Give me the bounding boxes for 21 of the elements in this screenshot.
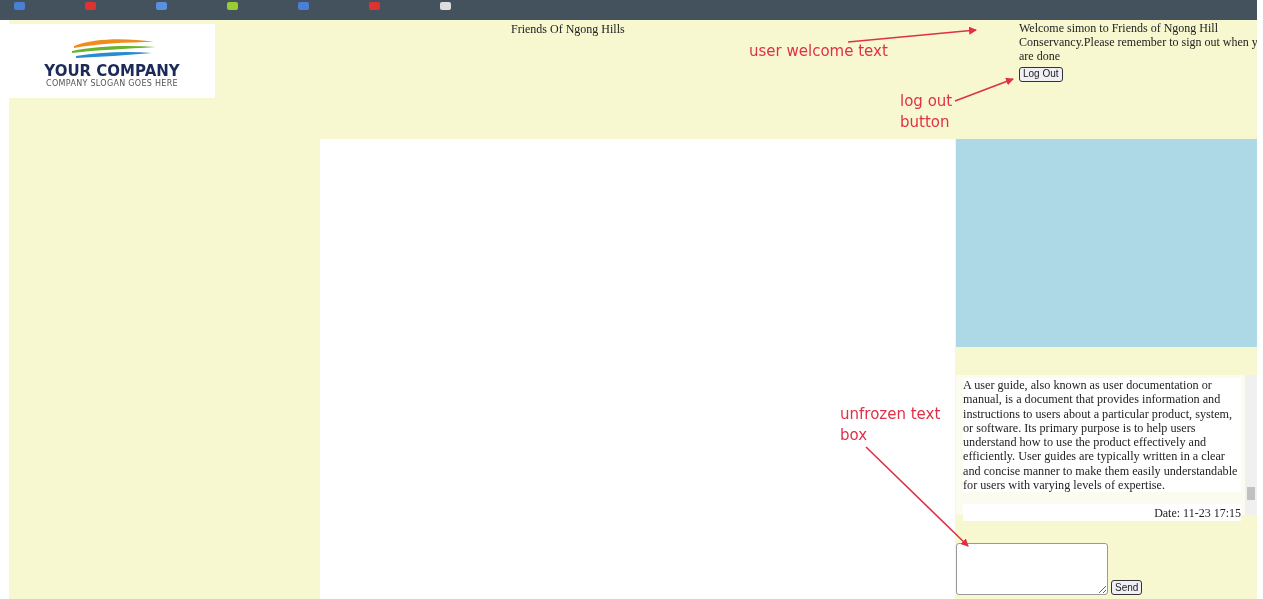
bookmark-icon[interactable] xyxy=(440,2,451,10)
message-date: Date: 11-23 17:15 xyxy=(963,504,1241,522)
bookmark-icon[interactable] xyxy=(369,2,380,10)
bookmark-icon[interactable] xyxy=(298,2,309,10)
bookmark-icon[interactable] xyxy=(156,2,167,10)
bookmark-icon[interactable] xyxy=(85,2,96,10)
bookmark-icon[interactable] xyxy=(14,2,25,10)
send-button[interactable]: Send xyxy=(1111,580,1143,595)
logo-slogan: COMPANY SLOGAN GOES HERE xyxy=(46,79,178,88)
scrollbar[interactable] xyxy=(1245,375,1257,515)
welcome-text: Welcome simon to Friends of Ngong Hill Conservancy.Please remember to sign out when y are done xyxy=(1019,21,1257,63)
site-title: Friends Of Ngong Hills xyxy=(511,22,625,37)
annotation-label: user welcome text xyxy=(749,41,888,62)
message-text: A user guide, also known as user documentation or manual, is a document that provides information and instructions to users about a particular product, system, or software. Its primary purpose is to help users understand how to use the product effectively and efficiently. User guides are typically written in a clear and concise manner to make them easily understandable for users with varying levels of expertise. xyxy=(963,378,1241,493)
logo-name: YOUR COMPANY xyxy=(44,64,180,79)
bookmark-icon[interactable] xyxy=(227,2,238,10)
annotation-arrow xyxy=(954,77,1014,102)
message-input[interactable] xyxy=(956,543,1108,595)
annotation-label: log out button xyxy=(900,91,953,133)
annotation-label: unfrozen text box xyxy=(840,404,941,446)
logout-button[interactable]: Log Out xyxy=(1019,66,1063,82)
